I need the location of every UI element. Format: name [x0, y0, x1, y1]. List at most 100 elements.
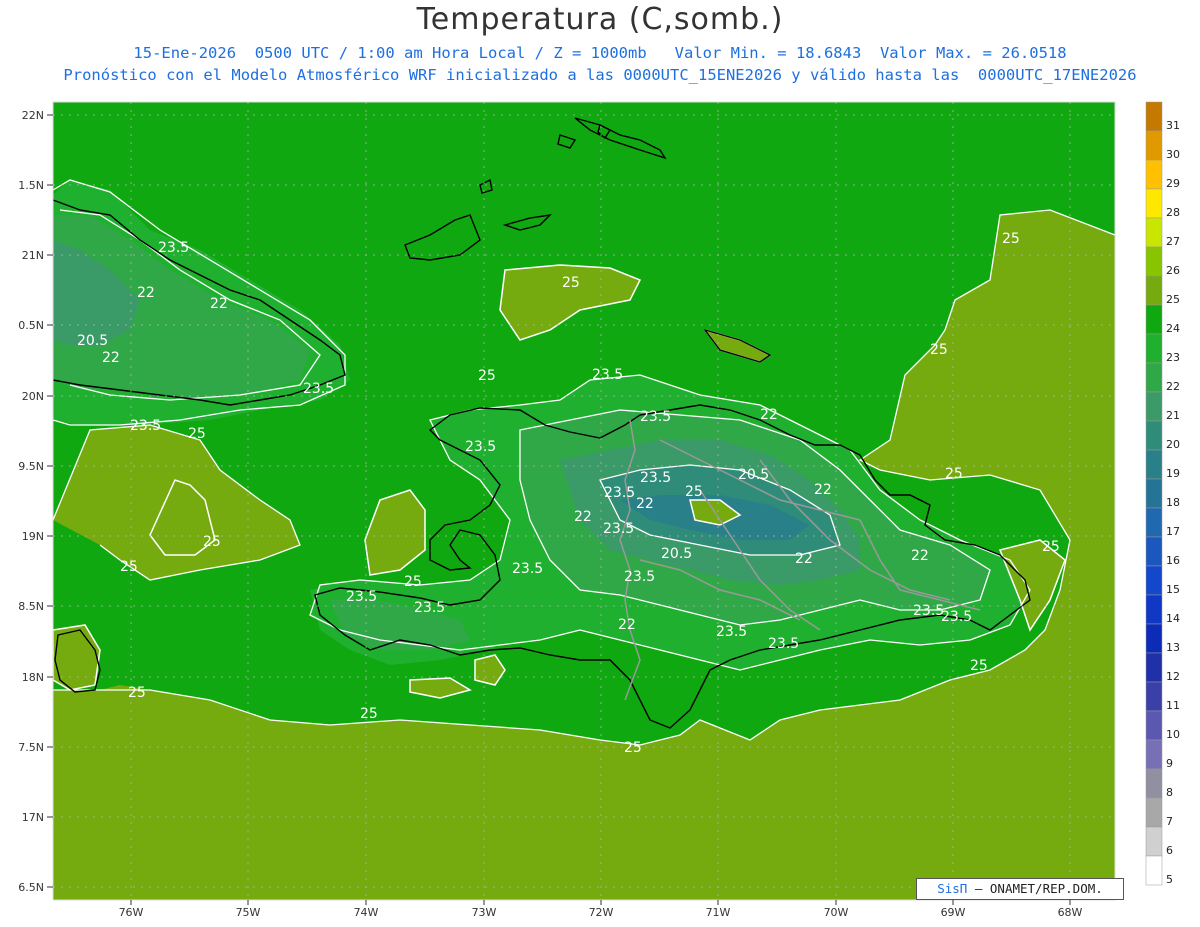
- colorbar-swatch: [1145, 478, 1163, 509]
- contour-label: 20.5: [661, 546, 692, 562]
- contour-label: 22: [814, 482, 832, 498]
- colorbar-label: 13: [1166, 641, 1180, 654]
- contour-label: 25: [1002, 231, 1020, 247]
- colorbar-label: 23: [1166, 351, 1180, 364]
- lat-label: 19N: [22, 530, 44, 543]
- contour-label: 23.5: [768, 636, 799, 652]
- colorbar-label: 8: [1166, 786, 1173, 799]
- colorbar-label: 12: [1166, 670, 1180, 683]
- contour-label: 25: [128, 685, 146, 701]
- contour-label: 23.5: [414, 600, 445, 616]
- contour-label: 22: [102, 350, 120, 366]
- lat-label: 7.5N: [18, 741, 44, 754]
- contour-label: 23.5: [603, 521, 634, 537]
- colorbar-label: 6: [1166, 844, 1173, 857]
- lon-label: 75W: [236, 906, 261, 919]
- colorbar-label: 11: [1166, 699, 1180, 712]
- lat-label: 21N: [22, 249, 44, 262]
- contour-label: 25: [945, 466, 963, 482]
- colorbar-swatch: [1145, 188, 1163, 219]
- lon-label: 68W: [1058, 906, 1083, 919]
- colorbar-swatch: [1145, 855, 1163, 886]
- contour-label: 23.5: [303, 381, 334, 397]
- colorbar-swatch: [1145, 797, 1163, 828]
- colorbar-label: 18: [1166, 496, 1180, 509]
- lon-label: 76W: [119, 906, 144, 919]
- contour-label: 22: [618, 617, 636, 633]
- colorbar-swatch: [1145, 304, 1163, 335]
- temperature-map: 23.5222220.52223.523.5 2525252525 23.523.5…: [18, 101, 1180, 919]
- colorbar-label: 26: [1166, 264, 1180, 277]
- page-title: Temperatura (C,somb.): [416, 2, 784, 37]
- colorbar-label: 5: [1166, 873, 1173, 886]
- lat-labels: 22N 1.5N 21N 0.5N 20N 9.5N 19N 8.5N 18N 7.5N 17N 6.…: [18, 109, 53, 894]
- colorbar-swatch: [1145, 681, 1163, 712]
- colorbar-swatch: [1145, 536, 1163, 567]
- contour-label: 25: [404, 574, 422, 590]
- colorbar-swatch: [1145, 565, 1163, 596]
- lat-label: 1.5N: [18, 179, 44, 192]
- colorbar-label: 25: [1166, 293, 1180, 306]
- contour-label: 23.5: [346, 589, 377, 605]
- colorbar-label: 30: [1166, 148, 1180, 161]
- credit-box: SisΠ – ONAMET/REP.DOM.: [916, 878, 1124, 900]
- contour-label: 25: [478, 368, 496, 384]
- contour-label: 25: [970, 658, 988, 674]
- colorbar-swatch: [1145, 101, 1163, 132]
- lat-label: 6.5N: [18, 881, 44, 894]
- lat-label: 9.5N: [18, 460, 44, 473]
- colorbar-label: 7: [1166, 815, 1173, 828]
- colorbar-label: 27: [1166, 235, 1180, 248]
- colorbar-label: 9: [1166, 757, 1173, 770]
- lon-label: 72W: [589, 906, 614, 919]
- contour-label: 23.5: [158, 240, 189, 256]
- contour-label: 23.5: [130, 418, 161, 434]
- contour-label: 23.5: [716, 624, 747, 640]
- colorbar-swatch: [1145, 362, 1163, 393]
- colorbar: 31 30 29 28 27 26 25 24 23 22 21 20 19 18 17 16 15 14 13 12…: [1145, 101, 1180, 886]
- lat-label: 0.5N: [18, 319, 44, 332]
- colorbar-label: 22: [1166, 380, 1180, 393]
- colorbar-swatch: [1145, 333, 1163, 364]
- contour-label: 22: [574, 509, 592, 525]
- colorbar-swatch: [1145, 623, 1163, 654]
- contour-label: 20.5: [77, 333, 108, 349]
- subtitle-model-info: Pronóstico con el Modelo Atmosférico WRF…: [63, 66, 1137, 84]
- lon-label: 69W: [941, 906, 966, 919]
- lon-label: 70W: [824, 906, 849, 919]
- colorbar-label: 29: [1166, 177, 1180, 190]
- colorbar-swatch: [1145, 768, 1163, 799]
- credit-text: – ONAMET/REP.DOM.: [967, 881, 1103, 896]
- contour-label: 23.5: [640, 470, 671, 486]
- contour-label: 22: [636, 496, 654, 512]
- colorbar-swatch: [1145, 275, 1163, 306]
- subtitle-valid-time: 15-Ene-2026 0500 UTC / 1:00 am Hora Loca…: [133, 44, 1067, 62]
- lon-label: 71W: [706, 906, 731, 919]
- contour-label: 25: [1042, 539, 1060, 555]
- contour-label: 23.5: [465, 439, 496, 455]
- colorbar-label: 20: [1166, 438, 1180, 451]
- contour-label: 22: [210, 296, 228, 312]
- contour-label: 25: [685, 484, 703, 500]
- contour-label: 22: [795, 551, 813, 567]
- colorbar-label: 21: [1166, 409, 1180, 422]
- contour-label: 23.5: [913, 603, 944, 619]
- colorbar-swatch: [1145, 217, 1163, 248]
- colorbar-swatch: [1145, 449, 1163, 480]
- colorbar-swatch: [1145, 391, 1163, 422]
- lat-label: 8.5N: [18, 600, 44, 613]
- colorbar-swatch: [1145, 246, 1163, 277]
- lat-label: 22N: [22, 109, 44, 122]
- contour-label: 25: [188, 426, 206, 442]
- colorbar-label: 24: [1166, 322, 1180, 335]
- contour-label: 22: [137, 285, 155, 301]
- lon-label: 74W: [354, 906, 379, 919]
- contour-label: 23.5: [592, 367, 623, 383]
- colorbar-label: 28: [1166, 206, 1180, 219]
- contour-label: 23.5: [604, 485, 635, 501]
- lat-label: 18N: [22, 671, 44, 684]
- colorbar-swatch: [1145, 739, 1163, 770]
- colorbar-label: 31: [1166, 119, 1180, 132]
- colorbar-swatch: [1145, 420, 1163, 451]
- colorbar-swatch: [1145, 826, 1163, 857]
